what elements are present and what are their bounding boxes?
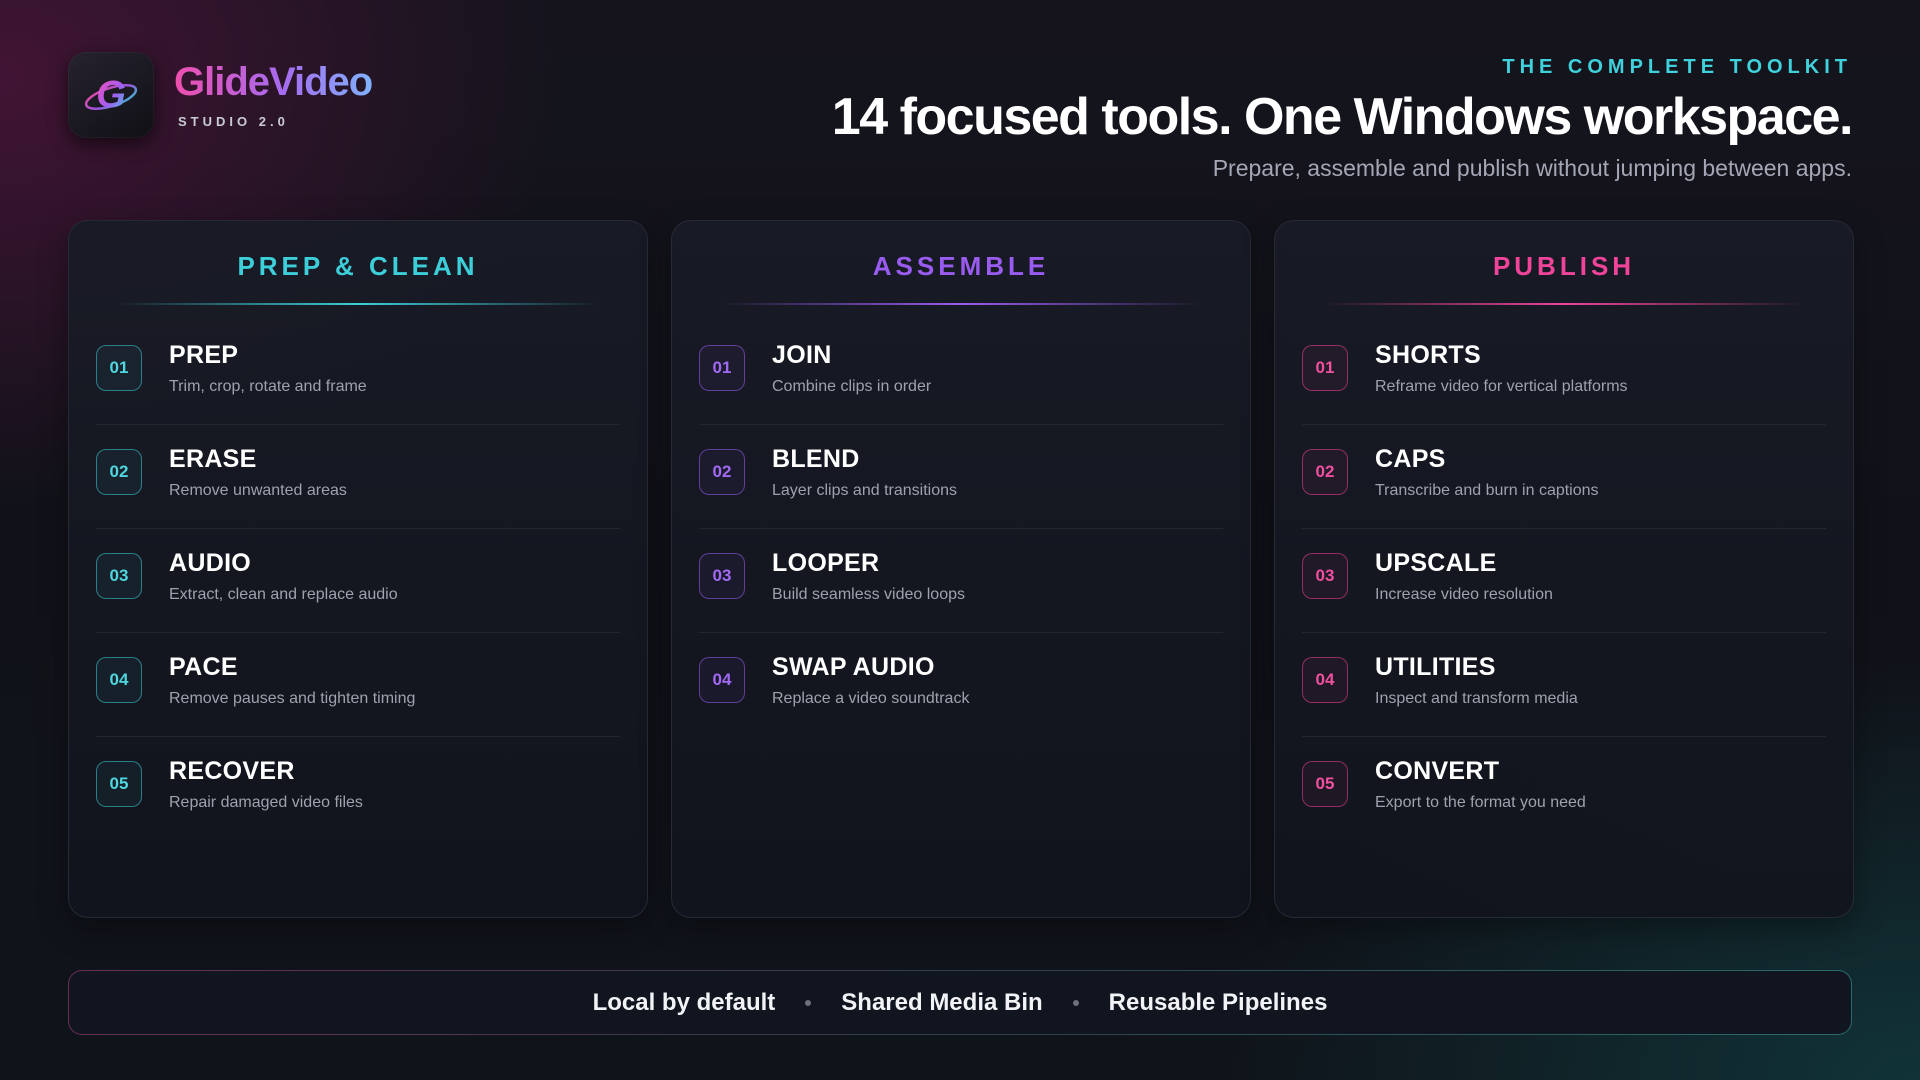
brand-text: GlideVideo STUDIO 2.0 — [174, 59, 373, 129]
tool-number-badge: 04 — [699, 657, 745, 703]
column-divider — [116, 303, 600, 305]
column-title: PUBLISH — [1492, 251, 1636, 281]
tool-name: CONVERT — [1375, 757, 1500, 785]
tool-text: PACE Remove pauses and tighten timing — [169, 655, 415, 708]
tool-number-badge: 04 — [96, 657, 142, 703]
tool-name: RECOVER — [169, 757, 295, 785]
tool-text: LOOPER Build seamless video loops — [772, 551, 965, 604]
tool-name: PACE — [169, 653, 238, 681]
tool-description: Extract, clean and replace audio — [169, 586, 398, 603]
tool-description: Transcribe and burn in captions — [1375, 482, 1599, 499]
tool-description: Layer clips and transitions — [772, 482, 957, 499]
tool-caps[interactable]: 02 CAPS Transcribe and burn in captions — [1302, 425, 1826, 529]
tool-number-badge: 01 — [1302, 345, 1348, 391]
tool-text: BLEND Layer clips and transitions — [772, 447, 957, 500]
tool-number-badge: 04 — [1302, 657, 1348, 703]
tool-text: ERASE Remove unwanted areas — [169, 447, 347, 500]
tool-blend[interactable]: 02 BLEND Layer clips and transitions — [699, 425, 1223, 529]
tool-number-badge: 03 — [96, 553, 142, 599]
tool-shorts[interactable]: 01 SHORTS Reframe video for vertical pla… — [1302, 321, 1826, 425]
tool-erase[interactable]: 02 ERASE Remove unwanted areas — [96, 425, 620, 529]
hero: THE COMPLETE TOOLKIT 14 focused tools. O… — [831, 56, 1854, 182]
tool-description: Increase video resolution — [1375, 586, 1553, 603]
tool-description: Inspect and transform media — [1375, 690, 1578, 707]
tool-text: JOIN Combine clips in order — [772, 343, 931, 396]
tool-description: Remove unwanted areas — [169, 482, 347, 499]
tool-description: Repair damaged video files — [169, 794, 363, 811]
column-divider — [1322, 303, 1806, 305]
tool-pace[interactable]: 04 PACE Remove pauses and tighten timing — [96, 633, 620, 737]
hero-eyebrow: THE COMPLETE TOOLKIT — [1502, 56, 1852, 78]
tool-name: JOIN — [772, 341, 832, 369]
tool-text: UPSCALE Increase video resolution — [1375, 551, 1553, 604]
tool-description: Combine clips in order — [772, 378, 932, 395]
tool-description: Replace a video soundtrack — [772, 690, 970, 707]
tool-number-badge: 03 — [1302, 553, 1348, 599]
tool-name: AUDIO — [169, 549, 252, 577]
tool-text: AUDIO Extract, clean and replace audio — [169, 551, 398, 604]
tool-columns: PREP & CLEAN 01 PREP Trim, crop, rotate … — [68, 220, 1854, 918]
tool-name: SHORTS — [1375, 341, 1481, 369]
column-divider — [719, 303, 1203, 305]
svg-text:G: G — [96, 74, 126, 116]
glide-g-logo-icon: G — [68, 52, 154, 138]
tool-text: UTILITIES Inspect and transform media — [1375, 655, 1578, 708]
column-prep-clean: PREP & CLEAN 01 PREP Trim, crop, rotate … — [68, 220, 648, 918]
brand-subtitle: STUDIO 2.0 — [178, 113, 289, 129]
feature-reusable-pipelines: Reusable Pipelines — [1108, 988, 1328, 1016]
tool-name: ERASE — [169, 445, 257, 473]
tool-description: Reframe video for vertical platforms — [1375, 378, 1628, 395]
tool-number-badge: 05 — [1302, 761, 1348, 807]
tool-number-badge: 01 — [699, 345, 745, 391]
tool-looper[interactable]: 03 LOOPER Build seamless video loops — [699, 529, 1223, 633]
tool-name: SWAP AUDIO — [772, 653, 935, 681]
tool-description: Trim, crop, rotate and frame — [169, 378, 367, 395]
column-title: ASSEMBLE — [872, 251, 1050, 281]
tool-name: BLEND — [772, 445, 860, 473]
feature-local-by-default: Local by default — [592, 988, 776, 1016]
separator-dot — [805, 999, 812, 1006]
tool-number-badge: 03 — [699, 553, 745, 599]
tool-join[interactable]: 01 JOIN Combine clips in order — [699, 321, 1223, 425]
tool-number-badge: 05 — [96, 761, 142, 807]
column-assemble: ASSEMBLE 01 JOIN Combine clips in order … — [671, 220, 1251, 918]
tool-convert[interactable]: 05 CONVERT Export to the format you need — [1302, 737, 1826, 841]
tool-upscale[interactable]: 03 UPSCALE Increase video resolution — [1302, 529, 1826, 633]
brand-name: GlideVideo — [174, 59, 373, 104]
tool-name: LOOPER — [772, 549, 880, 577]
tool-number-badge: 02 — [96, 449, 142, 495]
tool-text: CAPS Transcribe and burn in captions — [1375, 447, 1599, 500]
hero-headline: 14 focused tools. One Windows workspace. — [831, 88, 1854, 146]
column-publish: PUBLISH 01 SHORTS Reframe video for vert… — [1274, 220, 1854, 918]
tool-number-badge: 02 — [1302, 449, 1348, 495]
tool-text: PREP Trim, crop, rotate and frame — [169, 343, 367, 396]
tool-number-badge: 01 — [96, 345, 142, 391]
tool-audio[interactable]: 03 AUDIO Extract, clean and replace audi… — [96, 529, 620, 633]
tool-recover[interactable]: 05 RECOVER Repair damaged video files — [96, 737, 620, 841]
tool-description: Remove pauses and tighten timing — [169, 690, 416, 707]
brand-lockup: G GlideVideo STUDIO 2.0 — [68, 52, 373, 138]
tool-utilities[interactable]: 04 UTILITIES Inspect and transform media — [1302, 633, 1826, 737]
tool-name: CAPS — [1375, 445, 1446, 473]
tool-text: SHORTS Reframe video for vertical platfo… — [1375, 343, 1628, 396]
tool-description: Export to the format you need — [1375, 794, 1586, 811]
tool-name: UTILITIES — [1375, 653, 1496, 681]
tool-number-badge: 02 — [699, 449, 745, 495]
tool-description: Build seamless video loops — [772, 586, 965, 603]
tool-name: PREP — [169, 341, 239, 369]
tool-swap-audio[interactable]: 04 SWAP AUDIO Replace a video soundtrack — [699, 633, 1223, 737]
tool-name: UPSCALE — [1375, 549, 1497, 577]
tool-text: CONVERT Export to the format you need — [1375, 759, 1586, 812]
tool-text: RECOVER Repair damaged video files — [169, 759, 363, 812]
feature-shared-media-bin: Shared Media Bin — [841, 988, 1043, 1016]
tool-prep[interactable]: 01 PREP Trim, crop, rotate and frame — [96, 321, 620, 425]
feature-bar: Local by default Shared Media Bin Reusab… — [68, 970, 1852, 1035]
hero-subline: Prepare, assemble and publish without ju… — [1212, 155, 1852, 181]
logo-glyph: G — [84, 74, 138, 116]
separator-dot — [1072, 999, 1079, 1006]
tool-text: SWAP AUDIO Replace a video soundtrack — [772, 655, 969, 708]
column-title: PREP & CLEAN — [237, 251, 479, 281]
